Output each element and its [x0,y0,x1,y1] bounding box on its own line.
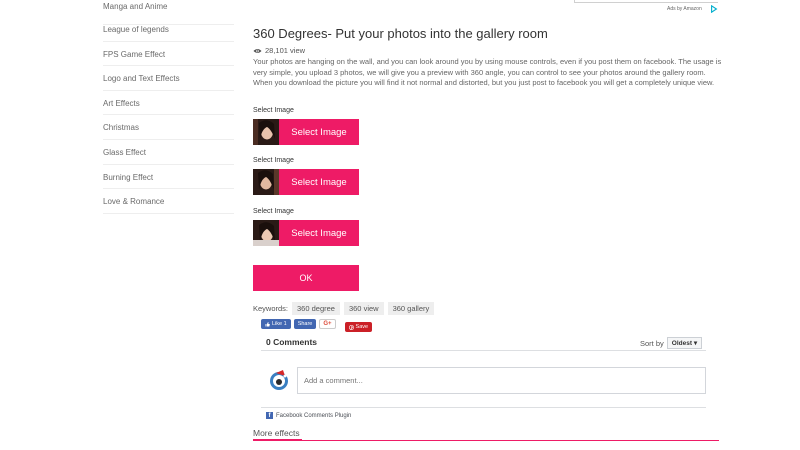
select-image-label-2: Select Image [253,157,294,164]
ok-button[interactable]: OK [253,265,359,291]
keywords-row: Keywords: 360 degree 360 view 360 galler… [253,302,435,315]
thumbs-up-icon [265,321,270,326]
keywords-label: Keywords: [253,304,289,313]
avatar [270,370,288,390]
image-thumbnail-1 [253,119,279,145]
select-image-button-label-1[interactable]: Select Image [279,119,359,145]
sidebar-item-label: Love & Romance [103,197,165,207]
select-image-button-label-2[interactable]: Select Image [279,169,359,195]
comments-divider [261,350,706,351]
select-image-button-2[interactable]: Select Image [253,169,359,195]
effect-description: Your photos are hanging on the wall, and… [253,57,722,88]
sidebar-item-label: Glass Effect [103,148,146,157]
sidebar-item-logo-text-effects[interactable]: Logo and Text Effects [103,66,234,91]
more-effects-underline [253,439,302,441]
sidebar-item-art-effects[interactable]: Art Effects [103,91,234,116]
sidebar-item-label: Manga and Anime [103,2,168,11]
comment-input[interactable] [297,367,706,394]
sidebar-item-christmas[interactable]: Christmas [103,115,234,140]
view-count-text: 28,101 view [265,46,306,55]
image-thumbnail-3 [253,220,279,246]
portrait-thumbnail-icon [253,169,279,195]
facebook-share-button[interactable]: Share [293,319,317,329]
sidebar-item-label: Burning Effect [103,172,154,182]
ad-banner-edge[interactable] [574,0,718,3]
portrait-thumbnail-icon [253,220,279,246]
sidebar-item-league-of-legends[interactable]: League of legends [103,17,234,42]
sidebar-item-fps-game-effect[interactable]: FPS Game Effect [103,42,234,67]
sort-select[interactable]: Oldest ▾ [666,337,703,349]
facebook-like-label: Like 1 [272,321,287,327]
social-share-bar: Like 1 Share G+ Save [261,316,373,332]
facebook-comments-plugin[interactable]: f Facebook Comments Plugin [266,412,351,419]
view-count: 28,101 view [253,46,305,55]
pinterest-save-label: Save [355,324,369,330]
facebook-comments-plugin-label: Facebook Comments Plugin [276,412,352,419]
keyword-tag[interactable]: 360 degree [292,302,340,315]
more-effects-divider [253,440,719,441]
facebook-like-button[interactable]: Like 1 [261,319,291,329]
portrait-thumbnail-icon [253,119,279,145]
more-effects-heading: More effects [253,428,300,438]
sort-by-label: Sort by [640,338,664,348]
select-image-label-3: Select Image [253,208,294,215]
image-thumbnail-2 [253,169,279,195]
sort-by-control: Sort by Oldest ▾ [640,337,703,349]
keyword-tag[interactable]: 360 view [343,302,384,315]
select-image-button-1[interactable]: Select Image [253,119,359,145]
select-image-button-label-3[interactable]: Select Image [279,220,359,246]
sidebar-item-label: League of legends [103,25,169,34]
chevron-down-icon: ▾ [693,340,698,347]
google-plus-button[interactable]: G+ [319,319,336,329]
eye-icon [253,48,262,53]
pinterest-icon [348,324,354,330]
page-title: 360 Degrees- Put your photos into the ga… [253,26,548,41]
ad-choices-icon[interactable] [710,5,718,13]
sidebar-item-burning-effect[interactable]: Burning Effect [103,165,234,190]
ads-by-amazon-label[interactable]: Ads by Amazon [667,6,702,12]
keyword-tag[interactable]: 360 gallery [387,302,435,315]
sort-select-value: Oldest [671,340,692,347]
select-image-button-3[interactable]: Select Image [253,220,359,246]
select-image-label-1: Select Image [253,107,294,114]
comments-footer-divider [261,407,706,408]
comment-count: 0 Comments [266,337,318,347]
sidebar-item-label: Art Effects [103,98,140,108]
sidebar-item-label: Logo and Text Effects [103,74,180,84]
sidebar-item-label: FPS Game Effect [103,49,166,59]
sidebar-item-love-romance[interactable]: Love & Romance [103,189,234,214]
facebook-icon: f [266,412,273,419]
pinterest-save-button[interactable]: Save [344,322,373,332]
sidebar-item-label: Christmas [103,123,140,133]
sidebar-item-glass-effect[interactable]: Glass Effect [103,140,234,165]
